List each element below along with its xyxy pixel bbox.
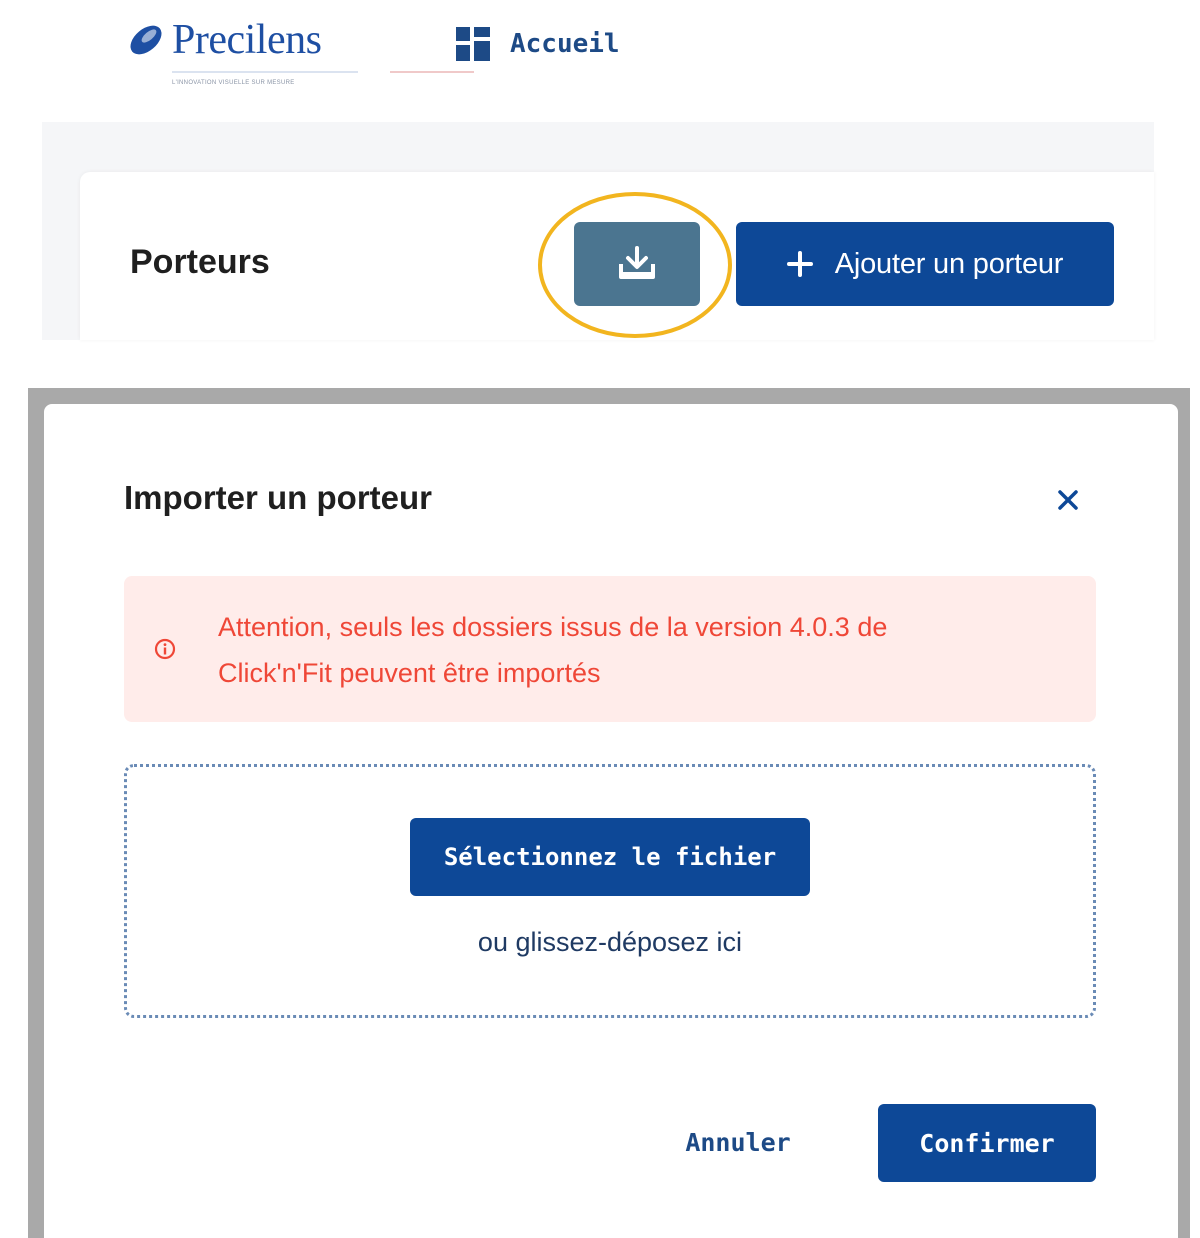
page-title: Porteurs <box>130 243 270 281</box>
logo-rule <box>172 71 358 73</box>
alert-message: Attention, seuls les dossiers issus de l… <box>218 604 1038 696</box>
logo-tagline: L'innovation visuelle sur mesure <box>172 80 295 86</box>
confirm-button[interactable]: Confirmer <box>878 1104 1096 1182</box>
precilens-logo[interactable]: Precilens L'innovation visuelle sur mesu… <box>122 14 474 86</box>
cancel-label: Annuler <box>685 1127 791 1157</box>
plus-icon <box>786 251 813 277</box>
alert-message-line-1: Attention, seuls les dossiers issus de l… <box>218 612 888 642</box>
info-circle-icon <box>154 638 176 660</box>
add-porteur-label: Ajouter un porteur <box>834 247 1064 280</box>
select-file-label: Sélectionnez le fichier <box>443 843 777 871</box>
cancel-button[interactable]: Annuler <box>660 1104 816 1180</box>
nav-home-label: Accueil <box>510 29 620 59</box>
dropzone-hint: ou glissez-déposez ici <box>477 927 743 957</box>
add-porteur-button[interactable]: Ajouter un porteur <box>736 222 1114 306</box>
confirm-label: Confirmer <box>919 1128 1055 1158</box>
import-button[interactable] <box>574 222 700 306</box>
modal-close-button[interactable] <box>1050 482 1086 518</box>
logo-lens-icon <box>130 25 162 55</box>
download-tray-icon <box>619 246 655 279</box>
alert-message-line-2: Click'n'Fit peuvent être importés <box>218 658 601 688</box>
logo-rule-accent <box>390 71 474 73</box>
logo-wordmark: Precilens <box>172 17 322 63</box>
modal-title: Importer un porteur <box>124 479 433 516</box>
select-file-button[interactable]: Sélectionnez le fichier <box>410 818 810 896</box>
close-icon <box>1058 490 1078 510</box>
nav-home-link[interactable]: Accueil <box>456 24 620 64</box>
dashboard-grid-icon <box>456 27 490 61</box>
